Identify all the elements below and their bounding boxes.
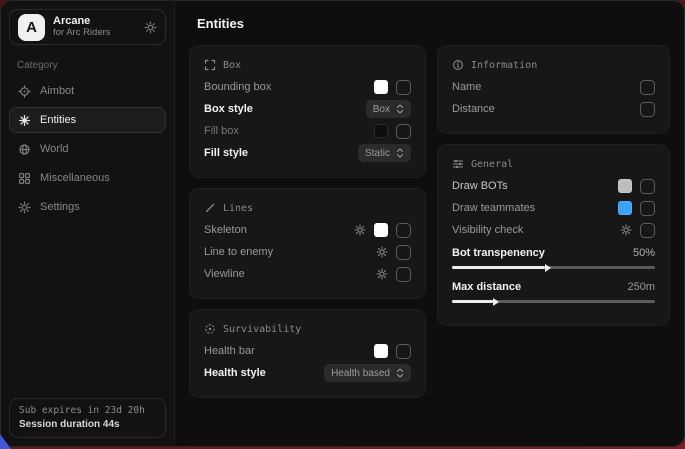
box-style-row: Box style Box [204,98,411,120]
skeleton-checkbox[interactable] [396,223,411,238]
page-title: Entities [197,16,670,31]
category-label: Category [17,60,158,71]
fill-style-row: Fill style Static [204,142,411,164]
sidebar-item-entities[interactable]: Entities [9,107,166,133]
chevron-up-down-icon [396,104,404,114]
sidebar-item-aimbot[interactable]: Aimbot [9,78,166,104]
information-section: Information Name Distance [437,45,670,134]
crosshair-icon [18,85,31,98]
gear-icon [18,201,31,214]
app-logo-badge: A [18,14,45,41]
app-name: Arcane [53,15,111,28]
sidebar-item-label: Aimbot [40,85,74,97]
chevron-up-down-icon [396,148,404,158]
sidebar-item-world[interactable]: World [9,136,166,162]
entities-icon [18,114,31,127]
viewline-row: Viewline [204,263,411,285]
fill-box-row: Fill box [204,120,411,142]
bot-transparency-slider[interactable] [452,266,655,269]
color-swatch[interactable] [374,344,388,358]
distance-row: Distance [452,98,655,120]
sidebar-item-miscellaneous[interactable]: Miscellaneous [9,165,166,191]
box-style-select[interactable]: Box [366,100,411,118]
sidebar-item-label: Settings [40,201,80,213]
vitals-icon [204,323,216,335]
app-subtitle: for Arc Riders [53,28,111,39]
fill-style-select[interactable]: Static [358,144,411,162]
line-icon [204,202,216,214]
gear-icon[interactable] [354,224,366,236]
bounding-box-row: Bounding box [204,76,411,98]
sidebar-item-settings[interactable]: Settings [9,194,166,220]
visibility-check-checkbox[interactable] [640,223,655,238]
sidebar-item-label: Miscellaneous [40,172,110,184]
corner-brackets-icon [204,59,216,71]
gear-icon[interactable] [376,268,388,280]
section-title: Lines [223,203,253,214]
bot-transparency-row: Bot transpenency 50% [452,244,655,269]
section-title: Information [471,60,537,71]
max-distance-row: Max distance 250m [452,278,655,303]
section-title: Survivability [223,324,301,335]
color-swatch[interactable] [618,201,632,215]
bounding-box-checkbox[interactable] [396,80,411,95]
slider-thumb[interactable] [493,298,499,306]
health-bar-row: Health bar [204,340,411,362]
visibility-check-row: Visibility check [452,219,655,241]
viewline-checkbox[interactable] [396,267,411,282]
color-swatch[interactable] [374,80,388,94]
subscription-card: Sub expires in 23d 20h Session duration … [9,398,166,438]
app-window: A Arcane for Arc Riders Category Aimbot … [0,0,685,447]
name-checkbox[interactable] [640,80,655,95]
color-swatch[interactable] [618,179,632,193]
gear-icon[interactable] [620,224,632,236]
section-title: Box [223,60,241,71]
gear-icon[interactable] [144,21,157,34]
max-distance-slider[interactable] [452,300,655,303]
health-bar-checkbox[interactable] [396,344,411,359]
globe-icon [18,143,31,156]
name-row: Name [452,76,655,98]
grid-icon [18,172,31,185]
lines-section: Lines Skeleton Line to enemy [189,188,426,299]
line-to-enemy-checkbox[interactable] [396,245,411,260]
sidebar-item-label: World [40,143,69,155]
cursor-pointer [0,434,12,449]
health-style-select[interactable]: Health based [324,364,411,382]
color-swatch[interactable] [374,124,388,138]
general-section: General Draw BOTs Draw teammates [437,144,670,326]
survivability-section: Survivability Health bar Health style He… [189,309,426,398]
health-style-row: Health style Health based [204,362,411,384]
skeleton-row: Skeleton [204,219,411,241]
fill-box-checkbox[interactable] [396,124,411,139]
sub-expiry-text: Sub expires in 23d 20h [19,405,156,416]
bot-transparency-value: 50% [633,247,655,259]
chevron-up-down-icon [396,368,404,378]
draw-bots-checkbox[interactable] [640,179,655,194]
distance-checkbox[interactable] [640,102,655,117]
draw-teammates-checkbox[interactable] [640,201,655,216]
sidebar-item-label: Entities [40,114,76,126]
line-to-enemy-row: Line to enemy [204,241,411,263]
section-title: General [471,159,513,170]
info-icon [452,59,464,71]
draw-bots-row: Draw BOTs [452,175,655,197]
box-section: Box Bounding box Box style Box [189,45,426,178]
session-duration-text: Session duration 44s [19,419,156,430]
sidebar: A Arcane for Arc Riders Category Aimbot … [1,1,175,446]
gear-icon[interactable] [376,246,388,258]
app-logo-card: A Arcane for Arc Riders [9,9,166,45]
max-distance-value: 250m [627,281,655,293]
main-panel: Entities Box Bounding box [175,1,684,446]
color-swatch[interactable] [374,223,388,237]
sliders-icon [452,158,464,170]
draw-teammates-row: Draw teammates [452,197,655,219]
slider-thumb[interactable] [545,264,551,272]
